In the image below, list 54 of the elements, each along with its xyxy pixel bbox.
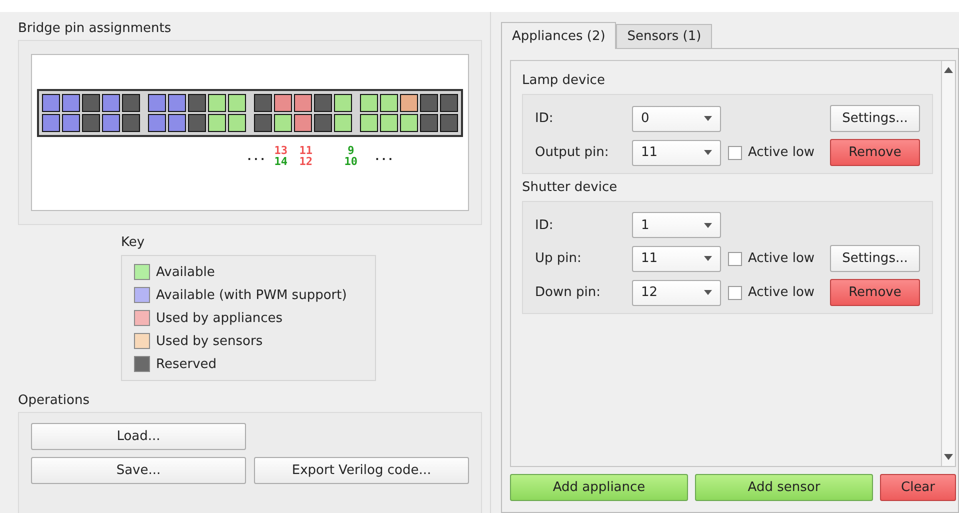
key-title: Key [121,234,146,252]
remove-button[interactable]: Remove [830,279,920,306]
tab[interactable]: Sensors (1) [616,24,712,48]
scrollbar[interactable] [941,61,955,466]
dropdown[interactable]: 12 [632,280,721,306]
key-label: Available [156,264,215,280]
caret-icon [704,116,712,121]
add-button[interactable]: Add appliance [510,474,688,501]
caret-icon [704,290,712,295]
operation-button[interactable]: Export Verilog code... [254,457,469,484]
key-label: Reserved [156,356,217,372]
scroll-down-icon[interactable] [944,454,953,460]
pin-number: 10 [344,156,358,167]
field-label: Up pin: [535,251,582,266]
pin-number: 11 [299,145,312,156]
checkbox[interactable] [728,146,742,160]
key-label: Used by sensors [156,334,263,348]
tab[interactable]: Appliances (2) [501,22,616,49]
active-low-checkbox[interactable]: Active low [722,285,830,300]
active-low-checkbox[interactable]: Active low [722,251,830,266]
active-low-checkbox[interactable]: Active low [722,145,830,160]
checkbox[interactable] [728,286,742,300]
ellipsis: ... [246,150,266,162]
dropdown[interactable]: 11 [632,140,721,166]
remove-button[interactable]: Remove [830,139,920,166]
settings-button[interactable]: Settings... [830,105,920,132]
add-button[interactable]: Add sensor [695,474,873,501]
pin-number: 13 [274,145,288,156]
caret-icon [704,222,712,228]
device-title: Shutter device [522,179,618,197]
key-label: Used by appliances [156,310,283,326]
dropdown[interactable]: 0 [632,106,721,132]
ellipsis: ... [374,150,394,162]
field-label: Output pin: [535,145,610,160]
group-title: Bridge pin assignments [18,20,172,38]
operation-button[interactable]: Save... [31,457,246,484]
caret-icon [704,150,712,155]
pin-number: 12 [299,156,312,167]
scroll-up-icon[interactable] [944,67,953,73]
key-label: Available (with PWM support) [156,288,347,302]
device-title: Lamp device [522,72,606,90]
caret-icon [704,256,712,261]
pin-number: 9 [348,145,354,156]
dropdown[interactable]: 1 [632,212,721,238]
dropdown[interactable]: 11 [632,246,721,272]
field-label: ID: [535,111,554,126]
settings-button[interactable]: Settings... [830,245,920,272]
operation-button[interactable]: Load... [31,423,246,450]
checkbox[interactable] [728,252,742,266]
field-label: ID: [535,218,554,232]
clear-button[interactable]: Clear [880,474,956,501]
pin-number: 14 [274,156,288,167]
group-title: Operations [18,392,90,410]
field-label: Down pin: [535,285,602,300]
